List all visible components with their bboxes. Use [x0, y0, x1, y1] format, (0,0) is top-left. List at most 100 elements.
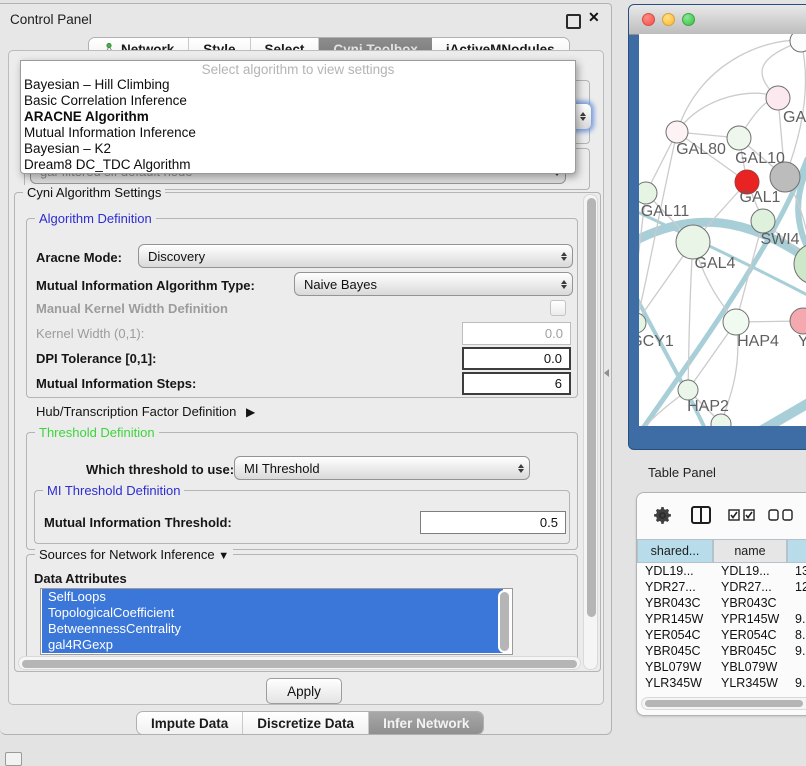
- table-cell[interactable]: 9.: [787, 611, 806, 627]
- dropdown-item[interactable]: Dream8 DC_TDC Algorithm: [21, 157, 575, 173]
- table-cell[interactable]: [787, 659, 806, 675]
- table-cell[interactable]: 9.: [787, 675, 806, 691]
- mi-steps-field[interactable]: 6: [462, 372, 571, 395]
- network-node[interactable]: [751, 209, 775, 233]
- dpi-tolerance-field[interactable]: 0.0: [462, 347, 571, 370]
- network-node-label: GAL: [783, 109, 806, 126]
- network-node-label: HAP4: [737, 333, 779, 350]
- network-view-window: GALGAL80GAL10GAL1GAL11SWI4GAL4GCY1HAP4YH…: [628, 4, 806, 450]
- kernel-width-field[interactable]: 0.0: [462, 322, 571, 345]
- list-scrollbar-thumb[interactable]: [500, 592, 509, 651]
- apply-button[interactable]: Apply: [266, 678, 342, 704]
- column-selector-icon[interactable]: [690, 505, 712, 525]
- tab-impute-data-label: Impute Data: [151, 716, 228, 731]
- tab-impute-data[interactable]: Impute Data: [137, 712, 243, 734]
- table-cell[interactable]: YIL052C: [637, 691, 713, 693]
- tab-discretize-data[interactable]: Discretize Data: [243, 712, 369, 734]
- table-cell[interactable]: [787, 595, 806, 611]
- minimize-window-icon[interactable]: [662, 13, 675, 26]
- network-node-label: GAL11: [641, 203, 690, 220]
- network-node[interactable]: [678, 380, 698, 400]
- table-column-header[interactable]: name: [713, 539, 787, 563]
- table-cell[interactable]: 13: [787, 563, 806, 579]
- select-all-icon[interactable]: [728, 508, 756, 522]
- table-cell[interactable]: YLR345W: [637, 675, 713, 691]
- network-node[interactable]: [790, 34, 806, 52]
- table-cell[interactable]: YPR145W: [713, 611, 787, 627]
- which-threshold-combo[interactable]: MI Threshold: [234, 456, 530, 480]
- table-cell[interactable]: 9: [787, 691, 806, 693]
- network-canvas[interactable]: GALGAL80GAL10GAL1GAL11SWI4GAL4GCY1HAP4YH…: [639, 34, 806, 426]
- hub-definition-toggle[interactable]: Hub/Transcription Factor Definition ▶: [36, 404, 255, 419]
- table-cell[interactable]: YBR043C: [713, 595, 787, 611]
- table-cell[interactable]: YDR27...: [637, 579, 713, 595]
- settings-gear-icon[interactable]: [653, 506, 672, 525]
- table-cell[interactable]: YDL19...: [637, 563, 713, 579]
- tab-infer-network-label: Infer Network: [383, 716, 469, 731]
- table-cell[interactable]: 12: [787, 579, 806, 595]
- network-node[interactable]: [790, 308, 806, 334]
- data-attribute-item[interactable]: SelfLoops: [42, 589, 503, 605]
- network-edge[interactable]: [688, 242, 693, 390]
- table-cell[interactable]: 8.: [787, 627, 806, 643]
- table-cell[interactable]: YER054C: [713, 627, 787, 643]
- data-attributes-list[interactable]: SelfLoopsTopologicalCoefficientBetweenne…: [40, 588, 513, 655]
- minimized-panel-chip[interactable]: [5, 752, 22, 766]
- close-window-icon[interactable]: [642, 13, 655, 26]
- dropdown-item[interactable]: Mutual Information Inference: [21, 125, 575, 141]
- table-hscrollbar-thumb[interactable]: [645, 700, 803, 707]
- aracne-mode-combo[interactable]: Discovery: [138, 244, 573, 268]
- table-cell[interactable]: YBR043C: [637, 595, 713, 611]
- table-hscrollbar[interactable]: [641, 697, 806, 710]
- network-edge[interactable]: [757, 397, 806, 426]
- network-node[interactable]: [666, 121, 688, 143]
- zoom-window-icon[interactable]: [682, 13, 695, 26]
- network-node[interactable]: [676, 225, 710, 259]
- network-edge[interactable]: [641, 159, 806, 426]
- table-cell[interactable]: YBL079W: [713, 659, 787, 675]
- network-node[interactable]: [727, 126, 751, 150]
- collapse-arrow-icon[interactable]: ▼: [218, 550, 229, 562]
- settings-hscrollbar[interactable]: [18, 656, 581, 670]
- close-panel-icon[interactable]: ✕: [588, 9, 600, 26]
- mi-threshold-field[interactable]: 0.5: [420, 511, 566, 534]
- table-cell[interactable]: YDL19...: [713, 563, 787, 579]
- table-column-header[interactable]: [787, 539, 806, 563]
- dropdown-item[interactable]: Basic Correlation Inference: [21, 93, 575, 109]
- deselect-all-icon[interactable]: [768, 508, 794, 522]
- apply-button-label: Apply: [287, 684, 321, 699]
- table-cell[interactable]: YBL079W: [637, 659, 713, 675]
- table-cell[interactable]: 9.: [787, 643, 806, 659]
- table-cell[interactable]: YDR27...: [713, 579, 787, 595]
- settings-hscrollbar-thumb[interactable]: [22, 660, 577, 668]
- dropdown-placeholder: Select algorithm to view settings: [21, 62, 575, 77]
- table-column-header[interactable]: shared...: [637, 539, 713, 563]
- mi-type-combo[interactable]: Naive Bayes: [294, 272, 573, 296]
- dropdown-item[interactable]: ARACNE Algorithm: [21, 109, 575, 125]
- table-cell[interactable]: YBR045C: [713, 643, 787, 659]
- float-panel-icon[interactable]: [566, 14, 581, 29]
- settings-vscrollbar[interactable]: [583, 194, 598, 670]
- network-window-titlebar[interactable]: [629, 5, 806, 35]
- tab-infer-network[interactable]: Infer Network: [369, 712, 483, 734]
- manual-kernel-checkbox[interactable]: [550, 300, 566, 316]
- table-cell[interactable]: YLR345W: [713, 675, 787, 691]
- table-cell[interactable]: YER054C: [637, 627, 713, 643]
- network-node[interactable]: [639, 182, 657, 204]
- list-scrollbar[interactable]: [498, 590, 511, 653]
- data-attribute-item[interactable]: TopologicalCoefficient: [42, 605, 503, 621]
- dropdown-item[interactable]: Bayesian – Hill Climbing: [21, 77, 575, 93]
- kernel-width-value: 0.0: [545, 326, 563, 341]
- which-threshold-value: MI Threshold: [244, 461, 320, 476]
- network-node[interactable]: [723, 309, 749, 335]
- table-cell[interactable]: YPR145W: [637, 611, 713, 627]
- panel-splitter-arrow[interactable]: [604, 369, 609, 377]
- network-node[interactable]: [766, 86, 790, 110]
- data-attribute-item[interactable]: BetweennessCentrality: [42, 621, 503, 637]
- table-cell[interactable]: YIL052C: [713, 691, 787, 693]
- table-panel-title: Table Panel: [648, 465, 716, 480]
- table-cell[interactable]: YBR045C: [637, 643, 713, 659]
- data-attribute-item[interactable]: gal4RGexp: [42, 637, 503, 653]
- settings-vscrollbar-thumb[interactable]: [587, 198, 596, 617]
- dropdown-item[interactable]: Bayesian – K2: [21, 141, 575, 157]
